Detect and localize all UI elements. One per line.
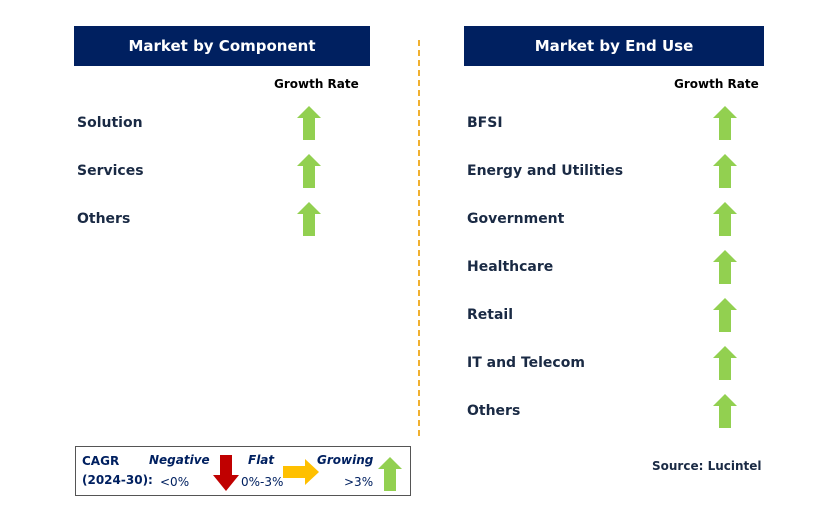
legend: CAGR (2024-30): Negative <0% Flat 0%-3% … [75,446,411,496]
up-arrow-icon [378,457,402,491]
legend-growing: Growing [317,453,374,467]
end-use-growth-label: Growth Rate [674,77,759,91]
up-arrow-icon [713,346,737,380]
row-label: Government [467,211,565,227]
row-label: Energy and Utilities [467,163,624,179]
row-label: BFSI [467,115,503,131]
up-arrow-icon [713,154,737,188]
legend-flat-range: 0%-3% [241,475,284,489]
right-arrow-icon [283,459,319,485]
legend-negative: Negative [149,453,210,467]
infographic: Market by Component Market by End Use Gr… [0,0,829,518]
component-growth-label: Growth Rate [274,77,359,91]
legend-growing-range: >3% [344,475,374,489]
row-label: Others [77,211,131,227]
row-label: Others [467,403,521,419]
down-arrow-icon [213,455,239,491]
row-label: Solution [77,115,143,131]
up-arrow-icon [713,298,737,332]
up-arrow-icon [713,394,737,428]
up-arrow-icon [297,154,321,188]
up-arrow-icon [713,202,737,236]
row-label: Retail [467,307,514,323]
component-header: Market by Component [74,26,370,66]
legend-negative-range: <0% [160,475,190,489]
up-arrow-icon [713,106,737,140]
row-label: Services [77,163,144,179]
end-use-header: Market by End Use [464,26,764,66]
legend-flat: Flat [248,453,275,467]
up-arrow-icon [297,106,321,140]
source: Source: Lucintel [652,459,762,473]
up-arrow-icon [713,250,737,284]
legend-period: (2024-30): [82,473,153,487]
up-arrow-icon [297,202,321,236]
divider [418,40,420,436]
row-label: IT and Telecom [467,355,585,371]
row-label: Healthcare [467,259,554,275]
legend-cagr: CAGR [82,454,120,468]
